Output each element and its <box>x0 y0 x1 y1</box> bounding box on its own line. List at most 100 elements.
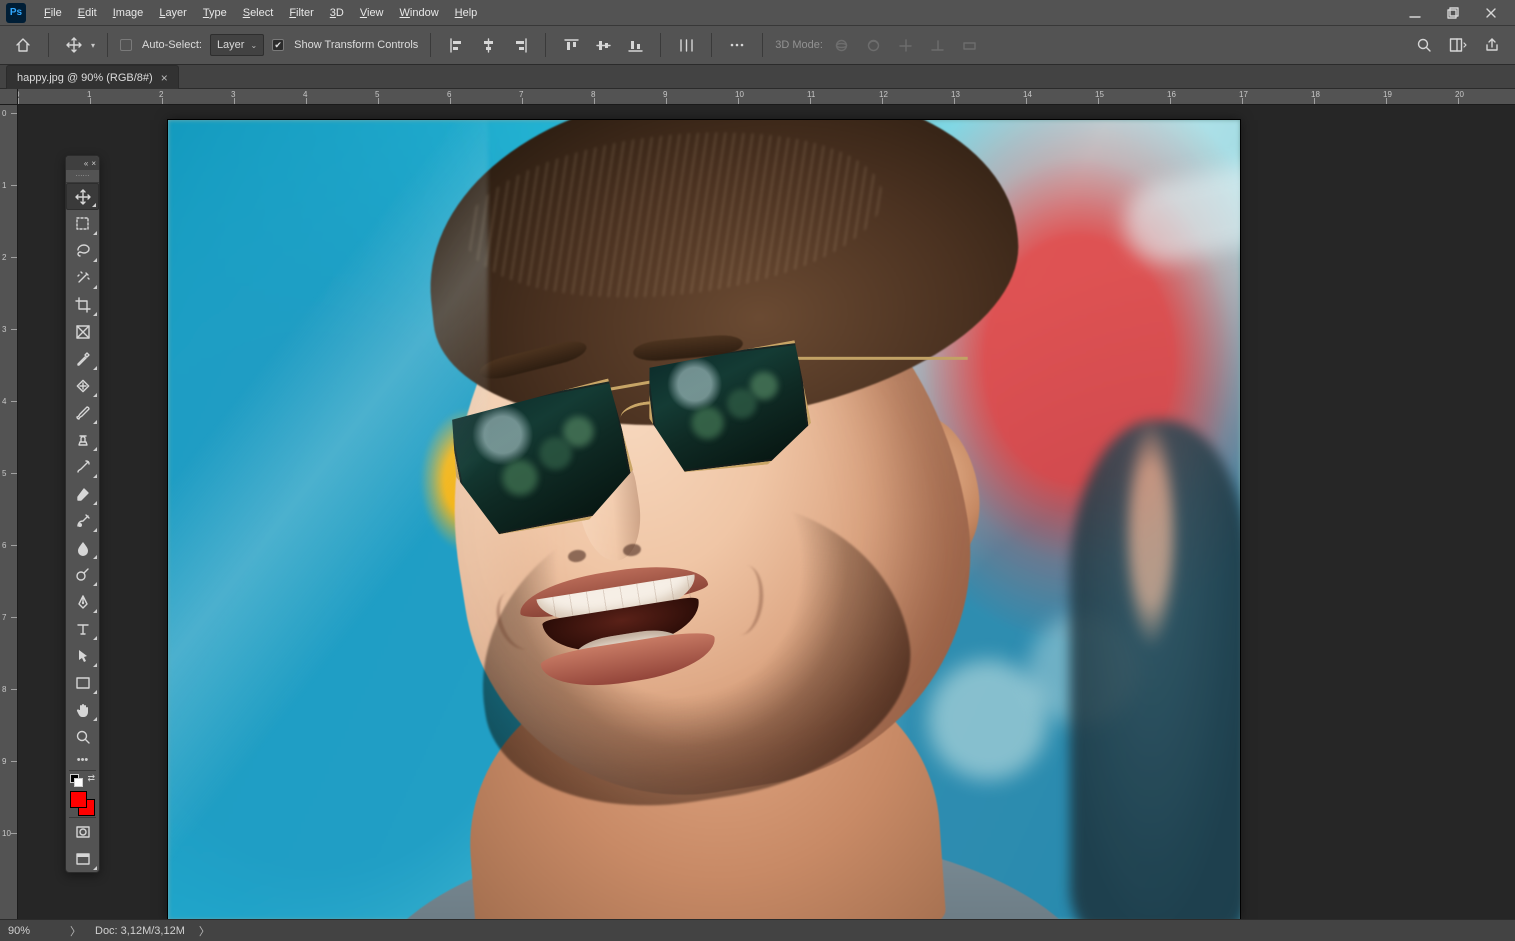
magic-wand-tool[interactable] <box>66 264 99 291</box>
edit-toolbar-icon[interactable]: ••• <box>66 750 99 770</box>
ruler-number: 10 <box>735 90 744 99</box>
auto-select-label: Auto-Select: <box>142 39 202 51</box>
history-brush-tool[interactable] <box>66 453 99 480</box>
align-top-icon[interactable] <box>558 32 584 58</box>
ruler-number: 18 <box>1311 90 1320 99</box>
clone-stamp-tool[interactable] <box>66 426 99 453</box>
tab-close-icon[interactable]: × <box>161 72 168 84</box>
hand-tool[interactable] <box>66 696 99 723</box>
move-tool[interactable] <box>66 183 99 210</box>
path-selection-tool[interactable] <box>66 642 99 669</box>
window-restore-icon[interactable] <box>1439 4 1467 22</box>
ruler-vertical[interactable]: 012345678910 <box>0 105 18 919</box>
menu-image[interactable]: Image <box>105 0 152 25</box>
zoom-level[interactable]: 90% <box>8 925 56 937</box>
search-icon[interactable] <box>1411 32 1437 58</box>
menu-file[interactable]: File <box>36 0 70 25</box>
document-size: Doc: 3,12M/3,12M <box>95 925 185 937</box>
menu-help[interactable]: Help <box>447 0 486 25</box>
color-swatches[interactable] <box>66 787 99 817</box>
align-left-icon[interactable] <box>443 32 469 58</box>
eyedropper-tool[interactable] <box>66 345 99 372</box>
menu-select[interactable]: Select <box>235 0 282 25</box>
3d-mode-label: 3D Mode: <box>775 39 823 51</box>
window-minimize-icon[interactable] <box>1401 4 1429 22</box>
auto-select-target-dropdown[interactable]: Layer ⌄ <box>210 34 264 56</box>
window-close-icon[interactable] <box>1477 4 1505 22</box>
tool-preset-caret-icon[interactable]: ▾ <box>91 41 95 50</box>
menu-filter[interactable]: Filter <box>281 0 321 25</box>
3d-slide-icon <box>925 32 951 58</box>
align-right-icon[interactable] <box>507 32 533 58</box>
panel-drag-handle[interactable]: «× <box>66 156 99 170</box>
options-bar: ▾ Auto-Select: Layer ⌄ ✔ Show Transform … <box>0 25 1515 65</box>
window-controls <box>1401 4 1509 22</box>
panel-tab-grip-icon[interactable]: ⋯⋯ <box>66 170 99 183</box>
type-tool[interactable] <box>66 615 99 642</box>
3d-scale-icon <box>957 32 983 58</box>
3d-mode-group: 3D Mode: <box>775 32 983 58</box>
dodge-tool[interactable] <box>66 561 99 588</box>
marquee-tool[interactable] <box>66 210 99 237</box>
menu-edit[interactable]: Edit <box>70 0 105 25</box>
healing-brush-tool[interactable] <box>66 372 99 399</box>
ruler-number: 1 <box>2 181 6 190</box>
ruler-horizontal[interactable]: 01234567891011121314151617181920 <box>18 89 1515 105</box>
status-bar: 90% 〉 Doc: 3,12M/3,12M 〉 <box>0 919 1515 941</box>
rectangle-tool[interactable] <box>66 669 99 696</box>
menu-3d[interactable]: 3D <box>322 0 352 25</box>
brush-tool[interactable] <box>66 399 99 426</box>
align-horizontal-group <box>443 32 533 58</box>
distribute-icon[interactable] <box>673 32 699 58</box>
checkbox-icon <box>120 39 132 51</box>
panel-close-icon[interactable]: × <box>91 159 96 168</box>
menu-layer[interactable]: Layer <box>151 0 195 25</box>
home-icon[interactable] <box>10 32 36 58</box>
divider <box>711 33 712 57</box>
foreground-color-swatch[interactable] <box>70 791 87 808</box>
app-logo-icon: Ps <box>6 3 26 23</box>
divider <box>430 33 431 57</box>
menu-type[interactable]: Type <box>195 0 235 25</box>
workspace: 01234567891011121314151617181920 0123456… <box>0 89 1515 919</box>
tools-panel[interactable]: «× ⋯⋯ <box>65 155 100 873</box>
workspace-switcher-icon[interactable] <box>1445 32 1471 58</box>
ruler-number: 13 <box>951 90 960 99</box>
3d-roll-icon <box>861 32 887 58</box>
frame-tool[interactable] <box>66 318 99 345</box>
menu-view[interactable]: View <box>352 0 392 25</box>
eraser-tool[interactable] <box>66 480 99 507</box>
document-tab-strip: happy.jpg @ 90% (RGB/8#) × <box>0 65 1515 89</box>
pen-tool[interactable] <box>66 588 99 615</box>
auto-select-checkbox[interactable]: Auto-Select: <box>120 39 202 51</box>
align-vertical-group <box>558 32 648 58</box>
align-vcenter-icon[interactable] <box>590 32 616 58</box>
menu-window[interactable]: Window <box>392 0 447 25</box>
ruler-origin[interactable] <box>0 89 18 105</box>
move-tool-icon[interactable] <box>61 32 87 58</box>
status-chevron-icon[interactable]: 〉 <box>199 923 210 939</box>
swap-colors-icon[interactable]: ⇄ <box>87 773 95 784</box>
share-icon[interactable] <box>1479 32 1505 58</box>
photo-content <box>168 120 1240 919</box>
lasso-tool[interactable] <box>66 237 99 264</box>
document-tab[interactable]: happy.jpg @ 90% (RGB/8#) × <box>6 65 179 89</box>
default-colors-icon[interactable]: ⇄ <box>66 771 99 785</box>
ruler-number: 14 <box>1023 90 1032 99</box>
more-align-icon[interactable] <box>724 32 750 58</box>
blur-tool[interactable] <box>66 534 99 561</box>
status-chevron-icon[interactable]: 〉 <box>70 923 81 939</box>
crop-tool[interactable] <box>66 291 99 318</box>
screen-mode-tool[interactable] <box>66 845 99 872</box>
panel-collapse-icon[interactable]: « <box>84 159 88 168</box>
zoom-tool[interactable] <box>66 723 99 750</box>
canvas-stage[interactable]: «× ⋯⋯ <box>18 105 1515 919</box>
quick-mask-tool[interactable] <box>66 818 99 845</box>
document-canvas[interactable] <box>168 120 1240 919</box>
align-hcenter-icon[interactable] <box>475 32 501 58</box>
gradient-tool[interactable] <box>66 507 99 534</box>
show-transform-checkbox[interactable]: ✔ Show Transform Controls <box>272 39 418 51</box>
ruler-number: 4 <box>2 397 6 406</box>
divider <box>545 33 546 57</box>
align-bottom-icon[interactable] <box>622 32 648 58</box>
